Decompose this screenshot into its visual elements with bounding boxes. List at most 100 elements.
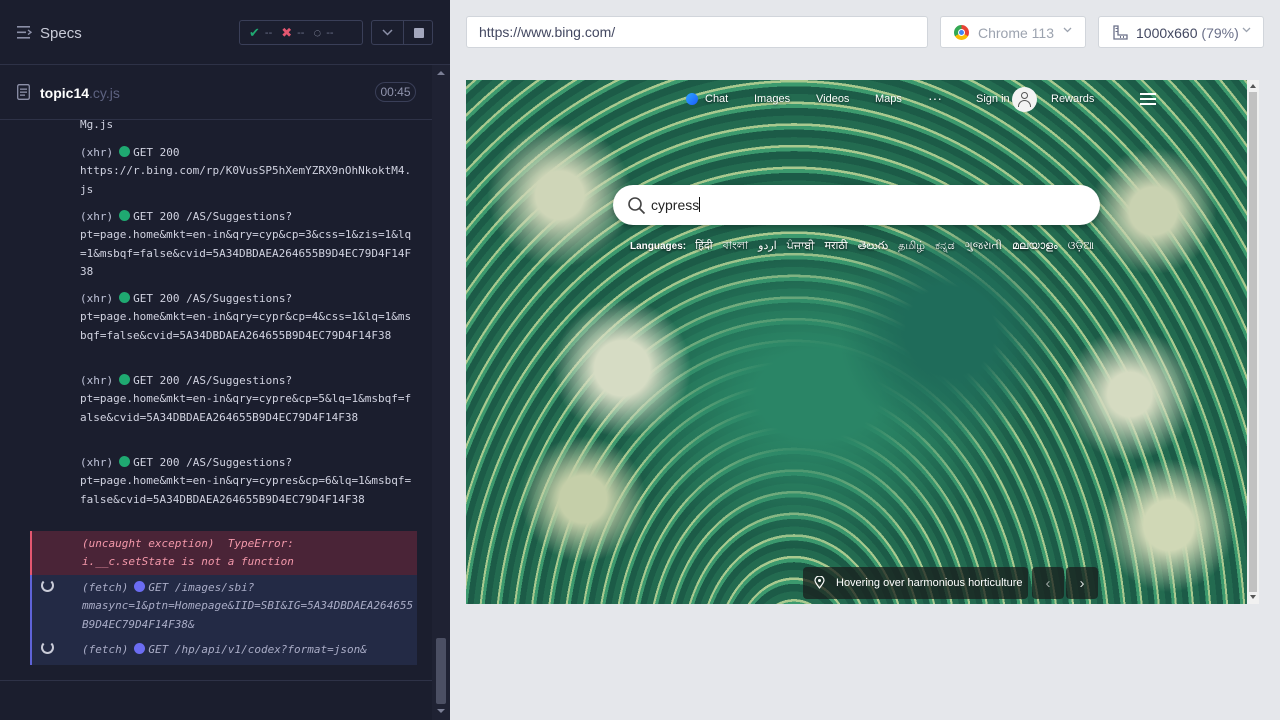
command-log-panel: Specs ✔ -- ✖ -- ◌ -- topic14.cy.js 00:45 Mg…	[0, 0, 450, 720]
scroll-up-arrow-icon[interactable]	[1249, 83, 1257, 89]
browser-selector[interactable]: Chrome 113	[940, 16, 1086, 48]
log-entry-kind: (xhr)	[80, 456, 114, 469]
spec-name: topic14.cy.js	[40, 85, 120, 101]
test-stats: ✔ -- ✖ -- ◌ --	[239, 20, 363, 45]
next-image-button[interactable]: ›	[1066, 567, 1098, 599]
status-dot-icon	[134, 643, 146, 654]
language-link[interactable]: தமிழ்	[898, 240, 925, 252]
nav-chat-link[interactable]: Chat	[705, 93, 728, 105]
runner-header: Specs ✔ -- ✖ -- ◌ --	[0, 0, 450, 65]
chevron-down-icon	[382, 29, 393, 36]
scroll-up-arrow-icon[interactable]	[436, 69, 446, 77]
status-dot-icon	[134, 581, 146, 592]
log-entry[interactable]: Mg.js	[30, 120, 417, 135]
log-entry-text: pt=page.home&mkt=en-in&qry=cypres&cp=6&l…	[80, 474, 412, 506]
aut-scrollbar-thumb[interactable]	[1249, 92, 1257, 592]
specs-list-icon[interactable]	[17, 26, 32, 39]
scroll-down-arrow-icon[interactable]	[1249, 594, 1257, 600]
viewport-label: 1000x660 (79%)	[1136, 25, 1239, 41]
url-bar[interactable]: https://www.bing.com/	[466, 16, 928, 48]
toggle-auto-scroll-button[interactable]	[372, 21, 403, 44]
chevron-down-icon	[1242, 27, 1251, 33]
check-icon: ✔	[249, 24, 260, 40]
log-scrollbar-thumb[interactable]	[436, 638, 446, 704]
circle-notch-icon: ◌	[313, 25, 322, 40]
search-box[interactable]: cypress	[613, 185, 1100, 225]
log-entry-kind: (xhr)	[80, 374, 114, 387]
more-menu-button[interactable]: ···	[928, 90, 942, 106]
text-caret	[699, 197, 701, 212]
chevron-left-icon: ‹	[1045, 574, 1051, 592]
status-dot-icon	[119, 456, 131, 467]
log-entry-kind: (fetch)	[82, 581, 129, 594]
sign-in-link[interactable]: Sign in	[976, 93, 1010, 105]
location-pin-icon	[814, 576, 825, 589]
prev-image-button[interactable]: ‹	[1032, 567, 1064, 599]
log-entry-kind: (fetch)	[82, 643, 129, 656]
log-entry-text: pt=page.home&mkt=en-in&qry=cypre&cp=5&lq…	[80, 392, 412, 424]
log-entry-pending[interactable]: (fetch) GET /images/sbi? mmasync=1&ptn=Ho…	[30, 575, 417, 637]
stop-button[interactable]	[404, 21, 433, 44]
log-entry-method: GET 200 /AS/Suggestions?	[133, 456, 293, 469]
spinner-icon	[41, 579, 54, 592]
log-entry[interactable]: (xhr) GET 200 /AS/Suggestions? pt=page.ho…	[30, 372, 417, 446]
log-entry[interactable]: (xhr) GET 200 /AS/Suggestions? pt=page.ho…	[30, 208, 417, 282]
log-entry-method: GET /hp/api/v1/codex?format=json&	[148, 643, 367, 656]
log-entry-text: pt=page.home&mkt=en-in&qry=cyp&cp=3&css=…	[80, 228, 412, 278]
specs-label[interactable]: Specs	[40, 25, 82, 42]
cross-icon: ✖	[281, 24, 293, 40]
status-dot-icon	[119, 210, 131, 221]
spec-header[interactable]: topic14.cy.js 00:45	[0, 73, 432, 120]
language-link[interactable]: ಕನ್ನಡ	[935, 240, 955, 252]
log-entry-error[interactable]: (uncaught exception) TypeError: i.__c.se…	[30, 531, 417, 575]
language-link[interactable]: हिंदी	[695, 240, 712, 252]
log-entry-kind: (xhr)	[80, 146, 114, 159]
language-link[interactable]: বাংলা	[723, 240, 748, 252]
spinner-icon	[41, 641, 54, 654]
language-link[interactable]: ગુજરાતી	[965, 240, 1002, 252]
pending-count: ◌ --	[313, 25, 334, 40]
caption-text: Hovering over harmonious horticulture	[836, 577, 1023, 589]
log-entry[interactable]: (xhr) GET 200 https://r.bing.com/rp/K0Vus…	[30, 144, 417, 200]
avatar[interactable]	[1012, 87, 1037, 112]
app-under-test-frame[interactable]: Chat Images Videos Maps ··· Sign in Rewa…	[466, 80, 1247, 604]
copilot-chat-icon[interactable]	[686, 93, 698, 105]
languages-label: Languages:	[630, 241, 687, 252]
run-controls	[371, 20, 433, 45]
scroll-down-arrow-icon[interactable]	[436, 707, 446, 715]
chevron-right-icon: ›	[1079, 574, 1085, 592]
viewport-selector[interactable]: 1000x660 (79%)	[1098, 16, 1264, 48]
status-dot-icon	[119, 292, 131, 303]
log-entry-text: i.__c.setState is not a function	[82, 555, 294, 569]
rewards-link[interactable]: Rewards	[1051, 93, 1094, 105]
failed-count: ✖ --	[281, 24, 305, 40]
hamburger-menu-icon[interactable]	[1140, 93, 1156, 105]
chrome-icon	[954, 25, 969, 40]
log-entry-method: GET 200 /AS/Suggestions?	[133, 210, 293, 223]
spec-duration: 00:45	[375, 82, 416, 102]
log-entry-text: Mg.js	[80, 120, 114, 131]
language-link[interactable]: اردو	[758, 240, 777, 252]
language-link[interactable]: മലയാളം	[1012, 240, 1058, 252]
nav-maps-link[interactable]: Maps	[875, 93, 902, 105]
log-entry[interactable]: (xhr) GET 200 /AS/Suggestions? pt=page.ho…	[30, 290, 417, 364]
browser-label: Chrome 113	[978, 25, 1055, 41]
log-entry-pending[interactable]: (fetch) GET /hp/api/v1/codex?format=json&	[30, 637, 417, 665]
image-caption[interactable]: Hovering over harmonious horticulture	[803, 567, 1028, 599]
search-icon[interactable]	[627, 196, 646, 215]
log-entry-method: GET 200	[133, 146, 180, 159]
log-entry-method: GET 200 /AS/Suggestions?	[133, 292, 293, 305]
language-link[interactable]: తెలుగు	[858, 240, 888, 252]
stop-icon	[413, 27, 424, 38]
log-entry-method: TypeError:	[227, 537, 294, 550]
language-link[interactable]: ଓଡ଼ିଆ	[1068, 240, 1094, 252]
nav-videos-link[interactable]: Videos	[816, 93, 849, 105]
nav-images-link[interactable]: Images	[754, 93, 790, 105]
log-scrollbar[interactable]	[432, 65, 450, 720]
log-entry[interactable]: (xhr) GET 200 /AS/Suggestions? pt=page.ho…	[30, 454, 417, 528]
bing-top-nav: Chat Images Videos Maps ··· Sign in Rewa…	[466, 80, 1247, 120]
search-input[interactable]: cypress	[651, 197, 701, 213]
language-link[interactable]: मराठी	[824, 240, 847, 252]
status-dot-icon	[119, 146, 131, 157]
language-link[interactable]: ਪੰਜਾਬੀ	[787, 240, 815, 252]
